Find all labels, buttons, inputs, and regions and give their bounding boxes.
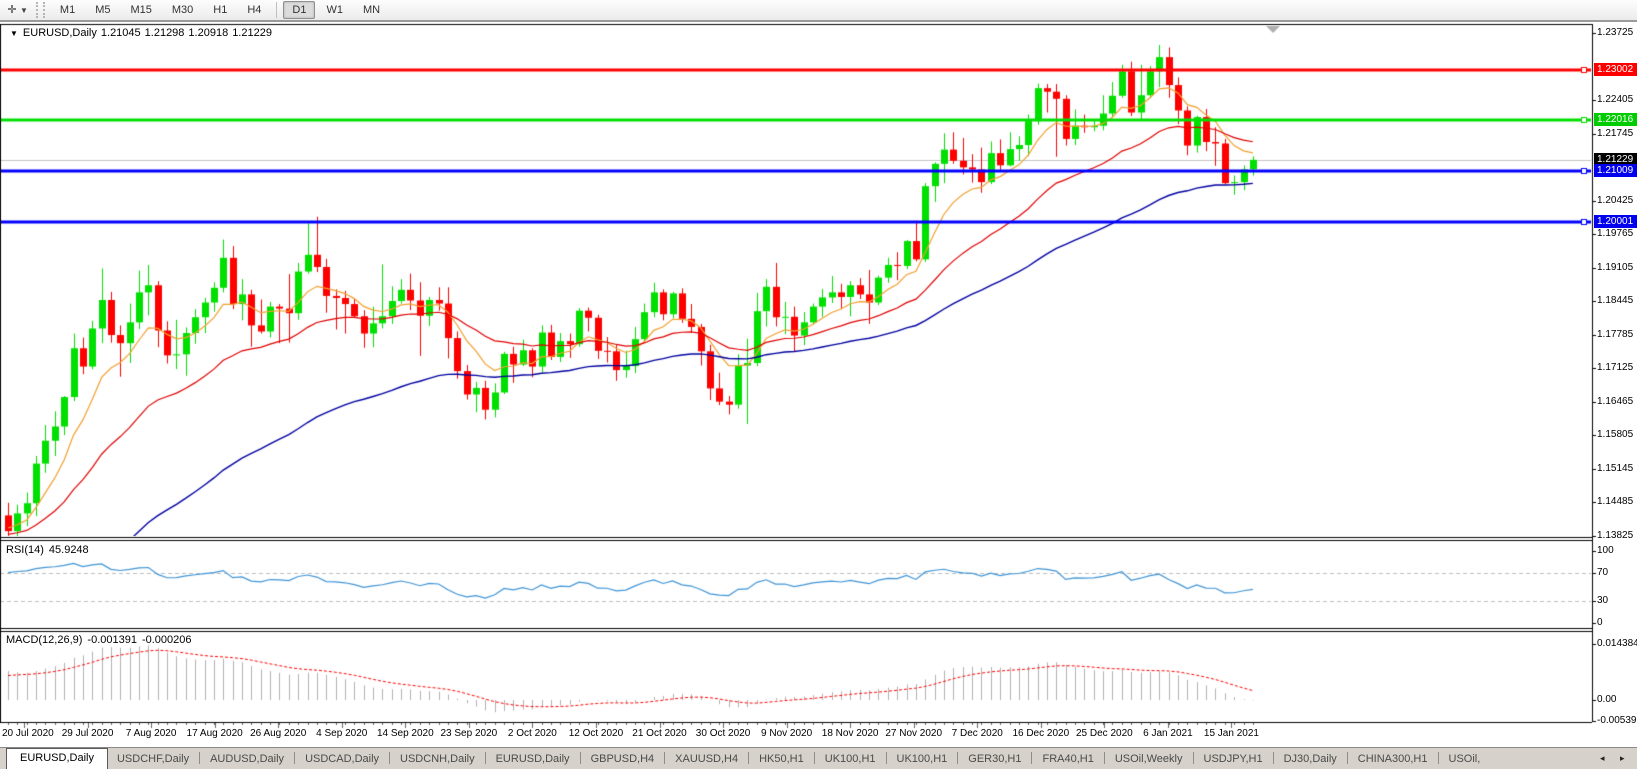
rsi-indicator-label: RSI(14) 45.9248: [6, 544, 94, 556]
price-tick-label: 1.19105: [1597, 262, 1633, 273]
price-tick-label: 1.16465: [1597, 396, 1633, 407]
price-level-badge: 1.20001: [1594, 215, 1637, 228]
chart-tab-audusd-daily[interactable]: AUDUSD,Daily: [201, 750, 293, 769]
price-tick-label: 1.13825: [1597, 530, 1633, 541]
chart-tab-xauusd-h4[interactable]: XAUUSD,H4: [666, 750, 747, 769]
price-tick-label: 1.22405: [1597, 94, 1633, 105]
date-label: 20 Jul 2020: [2, 728, 54, 739]
price-level-badge: 1.22016: [1594, 113, 1637, 126]
date-label: 27 Nov 2020: [885, 728, 942, 739]
price-level-badge: 1.23002: [1594, 63, 1637, 76]
chart-tab-eurusd-daily[interactable]: EURUSD,Daily: [6, 748, 108, 769]
tab-separator: [664, 752, 665, 764]
rsi-tick-label: 30: [1597, 595, 1608, 606]
price-tick-label: 1.18445: [1597, 295, 1633, 306]
price-level-badge: 1.21009: [1594, 164, 1637, 177]
price-tick-label: 1.17785: [1597, 329, 1633, 340]
date-label: 7 Dec 2020: [952, 728, 1003, 739]
tab-separator: [580, 752, 581, 764]
price-tick-label: 1.19765: [1597, 228, 1633, 239]
date-label: 26 Aug 2020: [250, 728, 306, 739]
date-label: 17 Aug 2020: [187, 728, 243, 739]
date-label: 18 Nov 2020: [822, 728, 879, 739]
chart-tab-bar: EURUSD,DailyUSDCHF,DailyAUDUSD,DailyUSDC…: [0, 747, 1637, 769]
date-label: 9 Nov 2020: [761, 728, 812, 739]
date-label: 14 Sep 2020: [377, 728, 434, 739]
macd-tick-label: -0.005396: [1597, 715, 1637, 726]
chart-tab-usdcnh-daily[interactable]: USDCNH,Daily: [391, 750, 484, 769]
date-label: 30 Oct 2020: [696, 728, 750, 739]
rsi-value: 45.9248: [49, 544, 89, 556]
price-tick-label: 1.17125: [1597, 362, 1633, 373]
date-label: 6 Jan 2021: [1143, 728, 1193, 739]
tab-separator: [1273, 752, 1274, 764]
rsi-tick-label: 70: [1597, 567, 1608, 578]
date-label: 12 Oct 2020: [569, 728, 623, 739]
chart-tab-fra40-h1[interactable]: FRA40,H1: [1033, 750, 1102, 769]
chart-tab-uk100-h1[interactable]: UK100,H1: [888, 750, 957, 769]
chart-tab-eurusd-daily[interactable]: EURUSD,Daily: [487, 750, 579, 769]
tab-separator: [957, 752, 958, 764]
ohlc-open: 1.21045: [101, 27, 141, 39]
macd-signal-value: -0.000206: [142, 634, 192, 646]
tab-scroll-left-icon[interactable]: ◂: [1600, 753, 1605, 764]
chart-tab-usdjpy-h1[interactable]: USDJPY,H1: [1195, 750, 1272, 769]
tab-separator: [1031, 752, 1032, 764]
chart-tab-ger30-h1[interactable]: GER30,H1: [959, 750, 1030, 769]
macd-tick-label: 0.00: [1597, 694, 1616, 705]
trading-platform-window: ✛ ▼ M1M5M15M30H1H4D1W1MN ▼EURUSD,Daily1.…: [0, 0, 1637, 769]
chart-tab-usdchf-daily[interactable]: USDCHF,Daily: [108, 750, 198, 769]
chart-tab-china300-h1[interactable]: CHINA300,H1: [1349, 750, 1437, 769]
tab-separator: [1104, 752, 1105, 764]
chart-tab-hk50-h1[interactable]: HK50,H1: [750, 750, 813, 769]
chart-symbol-label: EURUSD,Daily: [23, 27, 97, 39]
chart-tab-usdcad-daily[interactable]: USDCAD,Daily: [296, 750, 388, 769]
date-label: 4 Sep 2020: [316, 728, 367, 739]
macd-name: MACD(12,26,9): [6, 634, 82, 646]
chart-tab-uk100-h1[interactable]: UK100,H1: [816, 750, 885, 769]
ohlc-high: 1.21298: [145, 27, 185, 39]
date-label: 7 Aug 2020: [126, 728, 177, 739]
rsi-tick-label: 0: [1597, 617, 1603, 628]
tab-separator: [485, 752, 486, 764]
tab-separator: [814, 752, 815, 764]
macd-indicator-label: MACD(12,26,9) -0.001391 -0.000206: [6, 634, 197, 646]
price-tick-label: 1.23725: [1597, 27, 1633, 38]
tab-separator: [1438, 752, 1439, 764]
tab-separator: [886, 752, 887, 764]
price-tick-label: 1.15805: [1597, 429, 1633, 440]
chart-tab-usoil-weekly[interactable]: USOil,Weekly: [1106, 750, 1192, 769]
ohlc-low: 1.20918: [188, 27, 228, 39]
price-tick-label: 1.14485: [1597, 496, 1633, 507]
rsi-name: RSI(14): [6, 544, 44, 556]
price-tick-label: 1.15145: [1597, 463, 1633, 474]
chart-tab-gbpusd-h4[interactable]: GBPUSD,H4: [582, 750, 664, 769]
tab-separator: [294, 752, 295, 764]
date-label: 2 Oct 2020: [508, 728, 557, 739]
date-label: 23 Sep 2020: [440, 728, 497, 739]
tab-separator: [1193, 752, 1194, 764]
rsi-tick-label: 100: [1597, 545, 1614, 556]
chart-collapse-icon[interactable]: ▼: [10, 29, 18, 38]
tab-separator: [748, 752, 749, 764]
tab-separator: [1347, 752, 1348, 764]
chart-tab-usoil-[interactable]: USOil,: [1440, 750, 1490, 769]
date-label: 16 Dec 2020: [1012, 728, 1069, 739]
ohlc-close: 1.21229: [232, 27, 272, 39]
price-chart-canvas[interactable]: [0, 0, 1637, 769]
tab-separator: [199, 752, 200, 764]
macd-tick-label: 0.014384: [1597, 638, 1637, 649]
tab-separator: [389, 752, 390, 764]
chart-tab-dj30-daily[interactable]: DJ30,Daily: [1275, 750, 1346, 769]
macd-main-value: -0.001391: [87, 634, 137, 646]
tab-scroll-right-icon[interactable]: ▸: [1620, 753, 1625, 764]
date-label: 29 Jul 2020: [62, 728, 114, 739]
chart-title: ▼ EURUSD,Daily 1.21045 1.212981.20918 1.2122…: [10, 27, 276, 39]
date-label: 25 Dec 2020: [1076, 728, 1133, 739]
price-tick-label: 1.21745: [1597, 128, 1633, 139]
price-tick-label: 1.20425: [1597, 195, 1633, 206]
date-label: 15 Jan 2021: [1204, 728, 1259, 739]
date-label: 21 Oct 2020: [632, 728, 686, 739]
